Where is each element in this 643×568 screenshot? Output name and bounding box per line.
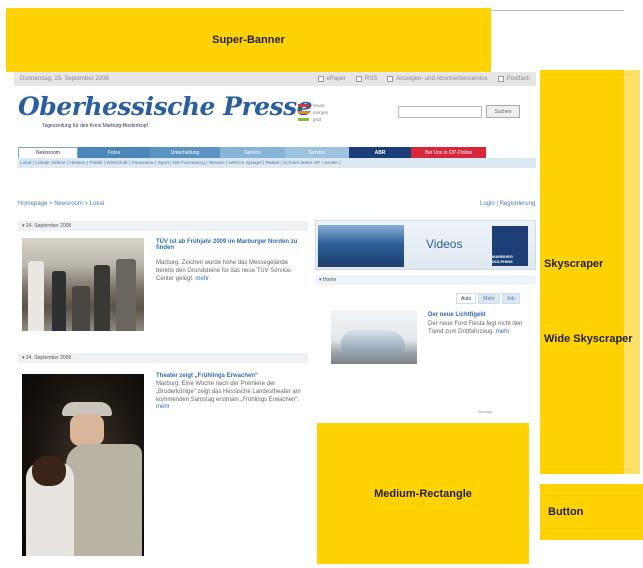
rss-icon: [355, 76, 362, 82]
car-photo[interactable]: [331, 310, 417, 364]
top-link-epaper[interactable]: ePaper: [317, 76, 346, 82]
person-figure: [28, 261, 44, 331]
top-link-label: ePaper: [326, 76, 346, 82]
tab-abr[interactable]: ABR: [349, 147, 411, 158]
top-link-label: Anzeigen- und Abonnentenservice: [396, 76, 488, 82]
skyscraper-ad[interactable]: [540, 70, 624, 474]
date-header: ▾ 24. September 2008: [18, 221, 308, 231]
checkbox-icon: [317, 76, 324, 82]
tab-op-online[interactable]: Bei Uns in OP-Online: [411, 147, 486, 158]
mail-icon: [497, 76, 504, 82]
widget-tabs: Auto Mehr Job: [456, 293, 520, 304]
video-teaser[interactable]: Videos MARBURG DOLPHINS: [315, 220, 536, 270]
article-title[interactable]: TÜV ist ab Frühjahr 2009 im Marburger No…: [156, 239, 306, 251]
person-figure: [52, 271, 66, 331]
tab-job[interactable]: Job: [501, 293, 520, 304]
date-text: 24. September 2008: [25, 355, 72, 361]
right-column: Videos MARBURG DOLPHINS ▾ Home Auto Mehr…: [315, 215, 536, 405]
super-banner-label: Super-Banner: [212, 34, 285, 46]
section-header: ▾ Home: [315, 275, 536, 285]
tab-service[interactable]: Service: [220, 147, 285, 158]
tab-fotos[interactable]: Fotos: [78, 147, 150, 158]
search-input[interactable]: [398, 106, 482, 118]
hair-shape: [32, 456, 66, 486]
tab-mehr[interactable]: Mehr: [478, 293, 500, 304]
face-shape: [70, 414, 104, 446]
medium-rectangle-label: Medium-Rectangle: [374, 487, 472, 500]
top-bar: Donnerstag, 25. September 2008 ePaper RS…: [14, 72, 536, 86]
person-figure: [94, 265, 110, 331]
weather-label: heute: [313, 103, 325, 108]
ad-notice: Anzeige: [478, 409, 493, 414]
button-ad-label: Button: [548, 506, 584, 518]
person-figure: [72, 286, 90, 331]
weather-bar-icon: [298, 118, 309, 121]
weather-widget[interactable]: heute morgen jetzt: [298, 102, 328, 123]
top-link-label: RSS: [364, 76, 378, 82]
more-link[interactable]: mehr: [496, 329, 510, 335]
super-banner-ad[interactable]: Super-Banner: [6, 8, 491, 72]
car-shape: [341, 330, 405, 352]
wide-skyscraper-label: Wide Skyscraper: [544, 333, 633, 345]
section-label: Home: [322, 277, 337, 283]
sub-nav[interactable]: Lokal | Lokale Videos | Hessen | Politik…: [18, 158, 536, 168]
top-link-postfach[interactable]: Postfach: [497, 76, 530, 82]
site-tagline: Tageszeitung für den Kreis Marburg-Biede…: [42, 123, 148, 129]
site-logo[interactable]: Oberhessische Presse: [18, 92, 313, 121]
weather-label: morgen: [313, 110, 329, 115]
article-teaser: Marburg. Zeichen wurde hohe das Messegel…: [156, 260, 306, 283]
team-photo: [318, 225, 404, 267]
login-link[interactable]: Login | Registrierung: [480, 201, 535, 207]
article-photo-theater[interactable]: [22, 374, 144, 556]
tab-newsroom[interactable]: Newsroom: [18, 147, 78, 158]
article-photo-ceremony[interactable]: [22, 238, 144, 331]
tab-service-2[interactable]: Service: [285, 147, 349, 158]
person-figure: [116, 259, 136, 331]
teaser-text: Marburg. Zeichen wurde hohe das Messegel…: [156, 260, 293, 282]
skyscraper-label: Skyscraper: [544, 258, 604, 270]
weather-label: jetzt: [313, 117, 322, 122]
more-link[interactable]: mehr: [195, 276, 209, 282]
current-date: Donnerstag, 25. September 2008: [20, 76, 109, 82]
service-icon: [387, 76, 394, 82]
article-teaser: Marburg. Eine Woche nach der Premiere de…: [156, 381, 306, 412]
top-link-service[interactable]: Anzeigen- und Abonnentenservice: [387, 76, 488, 82]
car-teaser-title[interactable]: Der neue Lichtfigekt: [428, 312, 486, 318]
divider: [491, 10, 624, 11]
weather-bar-icon: [298, 104, 309, 107]
teaser-text: Marburg. Eine Woche nach der Premiere de…: [156, 381, 301, 403]
tab-unterhaltung[interactable]: Unterhaltung: [150, 147, 220, 158]
article-title[interactable]: Theater zeigt „Frühlings Erwachen“: [156, 373, 306, 379]
tab-auto[interactable]: Auto: [456, 293, 477, 304]
dolphins-logo: MARBURG DOLPHINS: [492, 226, 528, 266]
main-nav: Newsroom Fotos Unterhaltung Service Serv…: [18, 147, 516, 158]
top-link-rss[interactable]: RSS: [355, 76, 378, 82]
date-header: ▾ 24. September 2008: [18, 353, 308, 363]
search-button[interactable]: Suchen: [486, 105, 520, 118]
top-link-label: Postfach: [506, 76, 530, 82]
breadcrumb[interactable]: Homepage > Newsroom > Lokal: [18, 201, 104, 207]
weather-bar-icon: [298, 111, 309, 114]
coat-shape: [66, 444, 142, 556]
medium-rectangle-ad[interactable]: Medium-Rectangle: [317, 423, 529, 564]
videos-label: Videos: [426, 237, 463, 251]
more-link[interactable]: mehr: [156, 404, 170, 410]
car-teaser-text: Der neue Ford Fiesta fegt nicht den Tren…: [428, 321, 528, 337]
date-text: 24. September 2008: [25, 223, 72, 229]
